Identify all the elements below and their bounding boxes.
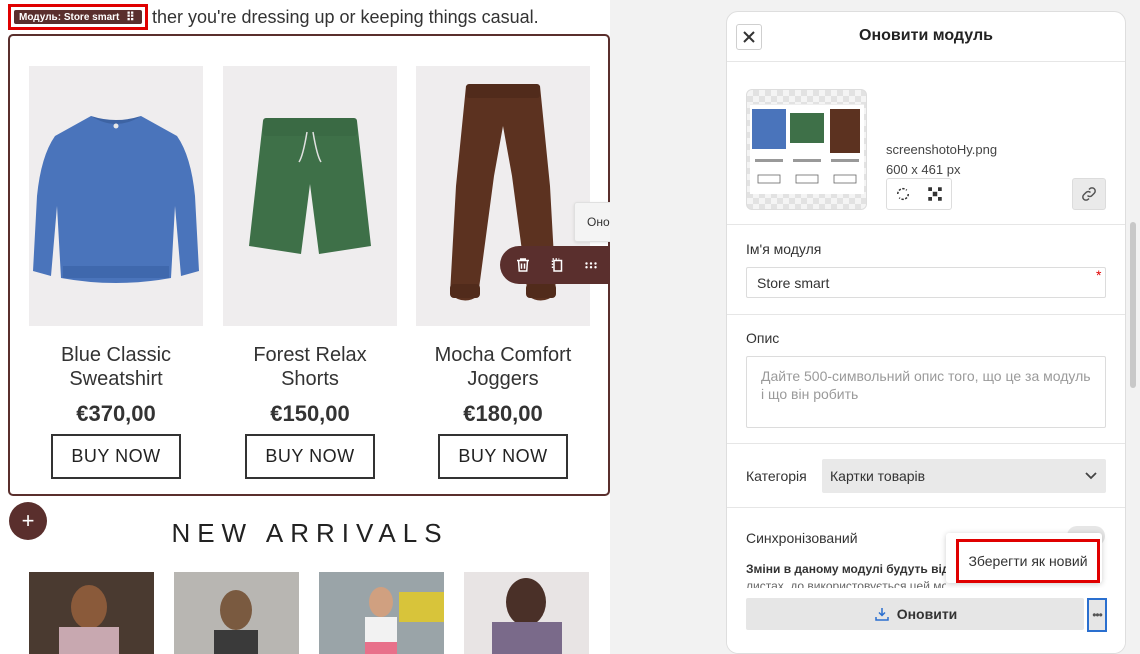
module-name-input[interactable]	[746, 267, 1106, 298]
category-selected-value: Картки товарів	[830, 468, 926, 484]
arrival-photo	[174, 572, 299, 654]
link-icon	[1082, 187, 1096, 201]
save-as-new-option[interactable]: Зберегти як новий	[956, 539, 1100, 583]
required-mark: *	[1096, 267, 1102, 283]
buy-now-button[interactable]: BUY NOW	[51, 434, 181, 479]
update-button[interactable]: Оновити	[746, 598, 1084, 630]
crop-icon[interactable]	[919, 179, 951, 209]
buy-now-button[interactable]: BUY NOW	[245, 434, 375, 479]
arrival-image[interactable]	[174, 572, 299, 654]
thumbnail-preview	[752, 109, 860, 184]
panel-footer: Оновити •••	[727, 588, 1125, 653]
arrival-photo	[29, 572, 154, 654]
sync-icon[interactable]	[608, 248, 610, 282]
duplicate-icon[interactable]	[540, 248, 574, 282]
file-name: screenshotoHy.png	[886, 142, 998, 157]
category-select[interactable]: Картки товарів	[822, 459, 1106, 493]
description-label: Опис	[746, 330, 780, 346]
update-module-panel: Оновити модуль screenshotoHy.png 600 x 4…	[726, 11, 1126, 654]
module-badge[interactable]: Модуль: Store smart ⠿	[8, 4, 148, 30]
module-badge-label: Модуль: Store smart	[19, 11, 120, 23]
arrival-image[interactable]	[319, 572, 444, 654]
divider	[727, 314, 1125, 315]
link-button[interactable]	[1072, 178, 1106, 210]
file-dimensions: 600 x 461 px	[886, 162, 961, 177]
sweatshirt-image	[33, 116, 199, 283]
arrival-image[interactable]	[464, 572, 589, 654]
sync-note-line1: Зміни в даному модулі будуть відоб	[746, 562, 946, 576]
product-name: Forest Relax Shorts	[223, 343, 397, 391]
product-name-line1: Forest Relax	[253, 344, 367, 366]
drag-handle-icon[interactable]: ⠿	[126, 10, 142, 24]
product-image[interactable]	[416, 66, 590, 326]
trash-icon[interactable]	[506, 248, 540, 282]
product-name-line2: Sweatshirt	[69, 368, 163, 390]
panel-header: Оновити модуль	[727, 12, 1125, 62]
new-arrivals-title: NEW ARRIVALS	[171, 518, 449, 548]
buy-now-button[interactable]: BUY NOW	[438, 434, 568, 479]
arrival-photo	[319, 572, 444, 654]
product-name-line2: Shorts	[281, 368, 339, 390]
image-actions	[886, 178, 952, 210]
download-icon	[874, 608, 889, 621]
description-textarea[interactable]	[746, 356, 1106, 428]
more-icon[interactable]: •••	[1087, 598, 1107, 632]
update-module-tooltip: Оновити модуль	[574, 202, 610, 242]
module-name-label: Ім'я модуля	[746, 241, 822, 257]
module-thumbnail	[746, 89, 867, 210]
module-toolbar	[500, 246, 610, 284]
thumbnail-card	[750, 104, 864, 194]
chevron-down-icon	[1085, 472, 1097, 480]
divider	[727, 507, 1125, 508]
panel-scrollbar[interactable]	[1130, 222, 1136, 388]
product-name-line1: Mocha Comfort	[434, 344, 572, 366]
arrival-photo	[464, 572, 589, 654]
joggers-image	[450, 84, 556, 301]
drag-handle-icon[interactable]	[574, 248, 608, 282]
product-name-line1: Blue Classic	[60, 344, 172, 366]
replace-image-icon[interactable]	[887, 179, 919, 209]
divider	[727, 443, 1125, 444]
product-name: Blue Classic Sweatshirt	[29, 343, 203, 391]
intro-text: ther you're dressing up or keeping thing…	[152, 7, 539, 27]
category-label: Категорія	[746, 468, 807, 484]
product-card: Blue Classic Sweatshirt €370,00 BUY NOW	[29, 66, 203, 479]
product-name-line2: Joggers	[467, 368, 539, 390]
module-badge-inner: Модуль: Store smart ⠿	[14, 10, 142, 24]
synced-label: Синхронізований	[746, 530, 858, 546]
product-image[interactable]	[223, 66, 397, 326]
shorts-image	[249, 118, 371, 254]
product-card: Forest Relax Shorts €150,00 BUY NOW	[223, 66, 397, 479]
product-image[interactable]	[29, 66, 203, 326]
update-button-label: Оновити	[896, 606, 958, 622]
product-price: €370,00	[76, 401, 156, 426]
product-price: €180,00	[463, 401, 543, 426]
more-options-menu: Зберегти як новий	[946, 533, 1102, 583]
panel-title: Оновити модуль	[859, 27, 993, 44]
product-price: €150,00	[270, 401, 350, 426]
product-name: Mocha Comfort Joggers	[416, 343, 590, 391]
email-canvas: ther you're dressing up or keeping thing…	[0, 0, 610, 654]
arrival-image[interactable]	[29, 572, 154, 654]
